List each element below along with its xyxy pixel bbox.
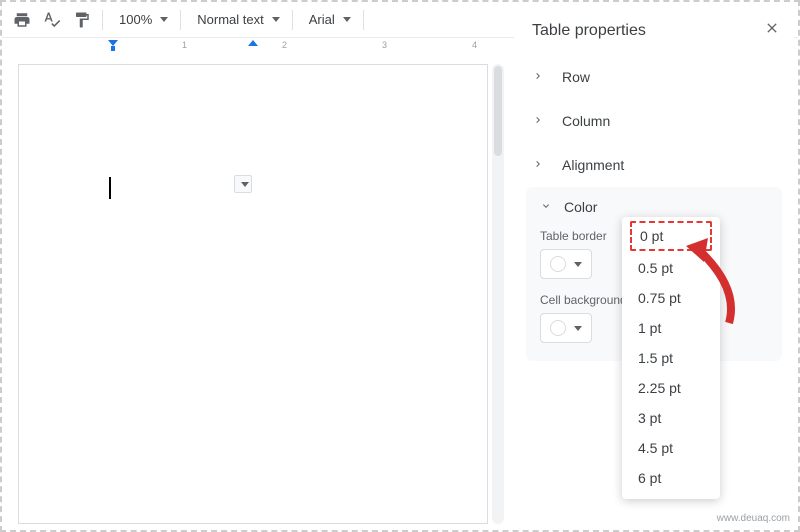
ruler-mark: 1 <box>182 40 187 50</box>
font-dropdown[interactable]: Arial <box>299 6 357 34</box>
scrollbar-thumb[interactable] <box>494 66 502 156</box>
chevron-right-icon <box>532 69 544 85</box>
table-handle[interactable] <box>234 175 252 193</box>
caret-down-icon <box>574 326 582 331</box>
border-width-option[interactable]: 0.5 pt <box>622 253 720 283</box>
sidebar-header: Table properties <box>514 6 794 55</box>
text-cursor <box>109 177 111 199</box>
color-circle-icon <box>550 256 566 272</box>
background-color-picker[interactable] <box>540 313 592 343</box>
caret-down-icon <box>343 17 351 22</box>
border-color-picker[interactable] <box>540 249 592 279</box>
section-color[interactable]: Color <box>540 199 768 215</box>
section-row[interactable]: Row <box>514 55 794 99</box>
border-width-option[interactable]: 6 pt <box>622 463 720 493</box>
watermark: www.deuaq.com <box>717 513 790 524</box>
section-row-label: Row <box>562 69 590 85</box>
left-indent-marker[interactable] <box>108 40 118 54</box>
right-indent-marker[interactable] <box>248 40 258 54</box>
section-color-label: Color <box>564 199 597 215</box>
ruler-mark: 3 <box>382 40 387 50</box>
ruler-mark: 4 <box>472 40 477 50</box>
color-circle-icon <box>550 320 566 336</box>
chevron-down-icon <box>540 199 552 215</box>
separator <box>102 10 103 30</box>
print-icon[interactable] <box>8 6 36 34</box>
border-width-menu: 0 pt 0.5 pt 0.75 pt 1 pt 1.5 pt 2.25 pt … <box>622 217 720 499</box>
paint-format-icon[interactable] <box>68 6 96 34</box>
border-width-option[interactable]: 1.5 pt <box>622 343 720 373</box>
zoom-dropdown[interactable]: 100% <box>109 6 174 34</box>
sidebar-title: Table properties <box>532 22 646 40</box>
section-alignment-label: Alignment <box>562 157 624 173</box>
border-width-option[interactable]: 1 pt <box>622 313 720 343</box>
caret-down-icon <box>160 17 168 22</box>
section-column-label: Column <box>562 113 610 129</box>
border-width-option[interactable]: 4.5 pt <box>622 433 720 463</box>
separator <box>180 10 181 30</box>
chevron-right-icon <box>532 157 544 173</box>
style-dropdown[interactable]: Normal text <box>187 6 285 34</box>
caret-down-icon <box>272 17 280 22</box>
caret-down-icon <box>241 182 249 187</box>
separator <box>363 10 364 30</box>
font-value: Arial <box>309 12 335 27</box>
border-width-option[interactable]: 0.75 pt <box>622 283 720 313</box>
border-width-option[interactable]: 0 pt <box>630 221 712 251</box>
caret-down-icon <box>574 262 582 267</box>
section-column[interactable]: Column <box>514 99 794 143</box>
ruler-mark: 2 <box>282 40 287 50</box>
document-page[interactable] <box>18 64 488 524</box>
section-alignment[interactable]: Alignment <box>514 143 794 187</box>
spellcheck-icon[interactable] <box>38 6 66 34</box>
zoom-value: 100% <box>119 12 152 27</box>
close-icon[interactable] <box>764 20 780 41</box>
border-width-option[interactable]: 2.25 pt <box>622 373 720 403</box>
chevron-right-icon <box>532 113 544 129</box>
separator <box>292 10 293 30</box>
vertical-scrollbar[interactable] <box>492 64 504 524</box>
border-width-option[interactable]: 3 pt <box>622 403 720 433</box>
style-value: Normal text <box>197 12 263 27</box>
